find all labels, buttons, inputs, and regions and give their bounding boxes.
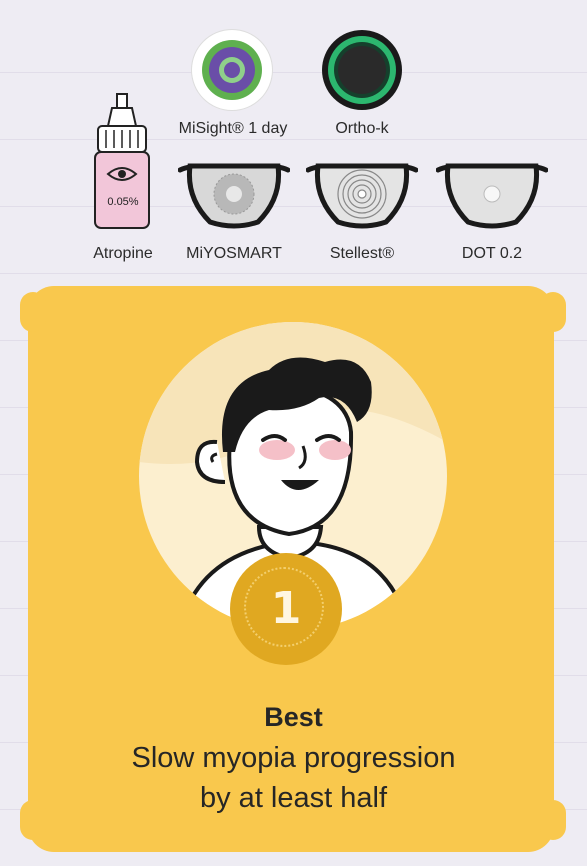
miyosmart-label: MiYOSMART bbox=[186, 245, 282, 262]
rank-medal: 1 bbox=[230, 553, 342, 665]
ortho-k-lens-icon bbox=[322, 30, 402, 110]
dot-label: DOT 0.2 bbox=[461, 245, 523, 262]
dot-glasses-icon bbox=[436, 163, 548, 229]
atropine-label: Atropine bbox=[93, 245, 153, 262]
ortho-k-label: Ortho-k bbox=[335, 120, 389, 137]
card-tab-left bbox=[20, 292, 46, 332]
rating-title: Best bbox=[264, 702, 323, 732]
miyosmart-glasses-icon bbox=[178, 163, 290, 229]
rating-description-line2: by at least half bbox=[200, 782, 387, 814]
eye-drop-bottle-icon bbox=[94, 93, 150, 229]
rank-number: 1 bbox=[270, 583, 302, 634]
rating-description-line1: Slow myopia progression bbox=[131, 742, 456, 774]
misight-lens-icon bbox=[192, 30, 272, 110]
stellest-label: Stellest® bbox=[329, 245, 395, 262]
atropine-concentration: 0.05% bbox=[107, 196, 139, 208]
stellest-glasses-icon bbox=[306, 163, 418, 229]
misight-label: MiSight® 1 day bbox=[178, 120, 288, 137]
card-tab-right bbox=[540, 292, 566, 332]
